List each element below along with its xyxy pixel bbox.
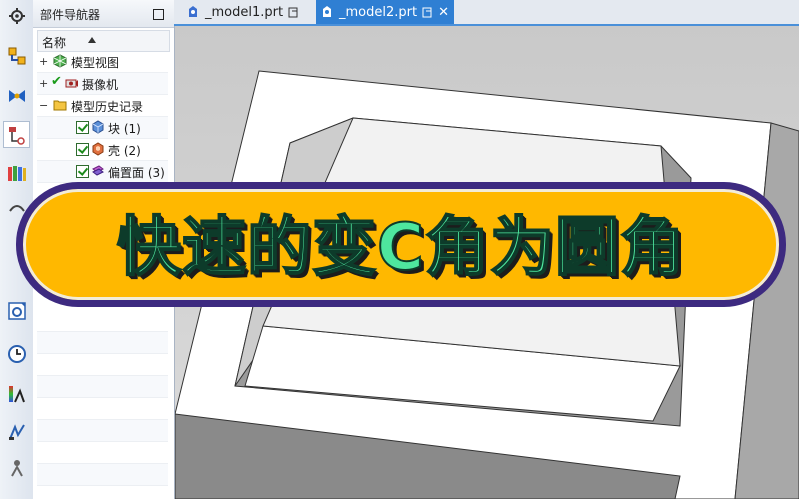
tab-model1[interactable]: _model1.prt bbox=[182, 0, 310, 24]
visible-checkmark-icon[interactable]: ✔ bbox=[51, 74, 62, 89]
tree-item-label: 壳 (2) bbox=[108, 144, 141, 158]
empty-row bbox=[37, 354, 168, 376]
empty-row bbox=[37, 442, 168, 464]
tree-item-offset-face[interactable]: 偏置面 (3) bbox=[37, 161, 168, 183]
settings-icon[interactable] bbox=[4, 3, 29, 28]
sort-ascending-icon bbox=[88, 37, 96, 43]
part-file-icon bbox=[189, 6, 197, 17]
camera-icon bbox=[65, 79, 78, 88]
history-icon[interactable] bbox=[4, 341, 29, 366]
part-file-icon bbox=[323, 6, 331, 17]
assembly-navigator-icon[interactable] bbox=[4, 43, 29, 68]
tab-label: _model1.prt bbox=[205, 4, 284, 20]
navigator-title: 部件导航器 bbox=[40, 8, 101, 22]
constraint-navigator-icon[interactable] bbox=[4, 83, 29, 108]
process-studio-icon[interactable] bbox=[4, 419, 29, 444]
tree-item-label: 模型视图 bbox=[71, 56, 120, 70]
tree-item-label: 偏置面 (3) bbox=[108, 166, 165, 180]
column-header-label: 名称 bbox=[42, 36, 67, 50]
tree-item-shell[interactable]: 壳 (2) bbox=[37, 139, 168, 161]
maximize-icon[interactable] bbox=[153, 9, 164, 20]
expand-icon[interactable]: + bbox=[39, 55, 48, 68]
block-feature-icon bbox=[92, 120, 104, 134]
title-banner: 快速的变C角为圆角 bbox=[16, 182, 786, 307]
modified-indicator-icon bbox=[422, 7, 432, 17]
tab-model2[interactable]: _model2.prt ✕ bbox=[316, 0, 454, 24]
model-views-icon bbox=[53, 54, 67, 68]
tree-item-block[interactable]: 块 (1) bbox=[37, 117, 168, 139]
tree-item-label: 块 (1) bbox=[108, 122, 141, 136]
tree-item-label: 模型历史记录 bbox=[71, 100, 144, 114]
collapse-icon[interactable]: − bbox=[39, 99, 48, 112]
web-browser-icon[interactable] bbox=[4, 298, 29, 323]
close-tab-icon[interactable]: ✕ bbox=[438, 5, 449, 20]
feature-checkbox[interactable] bbox=[76, 121, 89, 134]
roles-icon[interactable] bbox=[4, 455, 29, 480]
feature-checkbox[interactable] bbox=[76, 165, 89, 178]
shell-feature-icon bbox=[92, 142, 104, 156]
document-tab-bar: _model1.prt _model2.prt ✕ bbox=[174, 0, 799, 26]
part-navigator-icon[interactable] bbox=[3, 121, 30, 148]
offset-face-icon bbox=[92, 165, 104, 176]
empty-row bbox=[37, 310, 168, 332]
tree-item-model-views[interactable]: + 模型视图 bbox=[37, 51, 168, 73]
tree-item-cameras[interactable]: + ✔ 摄像机 bbox=[37, 73, 168, 95]
reuse-library-icon[interactable] bbox=[4, 160, 29, 185]
navigator-title-bar: 部件导航器 bbox=[33, 0, 174, 28]
empty-row bbox=[37, 398, 168, 420]
empty-row bbox=[37, 464, 168, 486]
empty-row bbox=[37, 332, 168, 354]
folder-icon bbox=[53, 100, 67, 111]
empty-row bbox=[37, 420, 168, 442]
empty-row bbox=[37, 376, 168, 398]
column-header-name[interactable]: 名称 bbox=[37, 30, 170, 52]
visual-analysis-icon[interactable] bbox=[4, 381, 29, 406]
modified-indicator-icon bbox=[288, 7, 298, 17]
expand-icon[interactable]: + bbox=[39, 77, 48, 90]
feature-checkbox[interactable] bbox=[76, 143, 89, 156]
banner-text: 快速的变C角为圆角 bbox=[116, 210, 685, 286]
tree-item-label: 摄像机 bbox=[82, 78, 119, 92]
tab-label: _model2.prt bbox=[339, 4, 418, 20]
tree-item-model-history[interactable]: − 模型历史记录 bbox=[37, 95, 168, 117]
